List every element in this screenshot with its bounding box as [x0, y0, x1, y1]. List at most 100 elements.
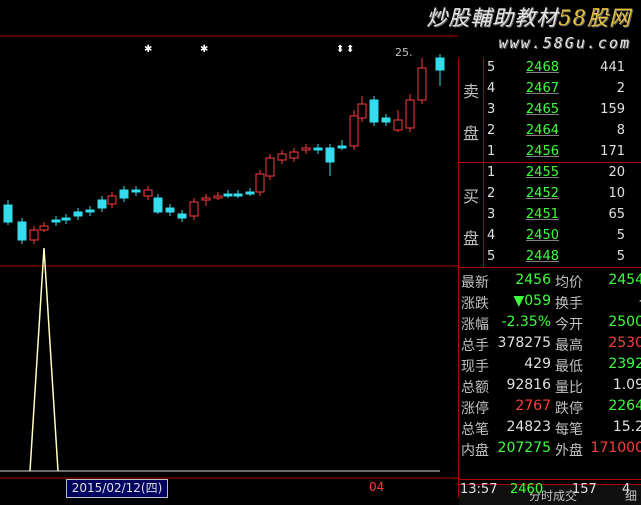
candle-body-up — [357, 103, 367, 119]
quote-stats: 最新 2456均价 2454 涨跌 ▼059换手- 涨幅 -2.35%今开 2500 总手 378… — [459, 268, 641, 484]
stat-row: 涨跌 ▼059换手- — [459, 291, 641, 312]
buy-row[interactable]: 3 2451 65 — [485, 205, 641, 226]
candle-body-up — [301, 147, 311, 151]
stat-value: 2264 — [608, 398, 641, 414]
event-marker: ⬍ — [336, 44, 344, 55]
candle-body-up — [265, 157, 275, 177]
buy-row[interactable]: 2 2452 10 — [485, 184, 641, 205]
sell-volume: 171 — [600, 144, 625, 159]
stat-value: 2456 — [515, 272, 551, 288]
candle-body-down — [223, 193, 233, 197]
stat-row: 现手 429 最低 2392 — [459, 354, 641, 375]
stat-value: 429 — [524, 356, 551, 372]
buy-price: 2452 — [525, 186, 559, 201]
sell-row[interactable]: 4 2467 2 — [485, 79, 641, 100]
buy-row[interactable]: 5 2448 5 — [485, 247, 641, 268]
stat-row: 涨停 2767 跌停 2264 — [459, 396, 641, 417]
watermark-title-highlight: 58股网 — [558, 6, 631, 30]
event-marker: ✱ — [200, 44, 208, 55]
candle-body-down — [369, 99, 379, 123]
stat-value: 378275 — [497, 335, 551, 351]
buy-row[interactable]: 1 2455 20 — [485, 163, 641, 184]
stat-row: 内盘 207275 外盘 171000 — [459, 438, 641, 459]
candle-body-up — [29, 229, 39, 241]
stat-row: 总笔 24823 每笔 15.2 — [459, 417, 641, 438]
stat-label: 换手 — [555, 296, 583, 312]
sell-price: 2456 — [525, 144, 559, 159]
buy-price: 2455 — [525, 165, 559, 180]
stat-value: 1.09 — [612, 377, 641, 393]
candle-body-down — [381, 117, 391, 123]
candle-body-up — [255, 173, 265, 193]
stat-value: 15.2 — [612, 419, 641, 435]
buy-level: 2 — [487, 186, 496, 201]
candle-body-down — [97, 199, 107, 209]
stat-value: 24823 — [506, 419, 551, 435]
stat-value: 92816 — [506, 377, 551, 393]
stat-label: 均价 — [555, 275, 583, 291]
sell-price: 2468 — [525, 60, 559, 75]
candle-body-up — [189, 201, 199, 217]
stat-label: 今开 — [555, 317, 583, 333]
buy-volume: 5 — [616, 228, 625, 243]
candle-body-down — [73, 211, 83, 217]
stat-label: 外盘 — [555, 443, 583, 459]
candle-body-down — [233, 193, 243, 197]
stat-value: ▼059 — [513, 293, 552, 309]
sell-level: 5 — [487, 60, 496, 75]
buy-volume: 5 — [616, 249, 625, 264]
stat-label: 量比 — [555, 380, 583, 396]
trade-volume: 157 — [572, 482, 597, 497]
candle-body-up — [289, 151, 299, 159]
candle-body-down — [61, 217, 71, 221]
sell-volume: 441 — [600, 60, 625, 75]
candle-body-down — [337, 145, 347, 149]
candle-body-down — [177, 213, 187, 219]
sell-row[interactable]: 32465159+5 — [485, 100, 641, 121]
stat-label: 总笔 — [461, 422, 489, 438]
stat-value: 2500 — [608, 314, 641, 330]
sell-price: 2465 — [525, 102, 559, 117]
quote-panel: 卖 盘 5246844142467232465159+5224648124561… — [458, 58, 641, 505]
candle-body-up — [107, 195, 117, 205]
candle-body-down — [165, 207, 175, 213]
sell-row[interactable]: 2 2464 8 — [485, 121, 641, 142]
sell-level: 1 — [487, 144, 496, 159]
stat-label: 最新 — [461, 275, 489, 291]
stat-value: - — [589, 293, 641, 309]
time-axis-label: 04 — [369, 480, 385, 494]
buy-level: 5 — [487, 249, 496, 264]
buy-price: 2450 — [525, 228, 559, 243]
candlestick-chart-area[interactable]: ✱ ✱ ⬍ ⬍ 25. 2015/02/12(四) 04 — [0, 0, 458, 498]
sell-volume: 159 — [600, 102, 625, 117]
stat-value: 2530 — [608, 335, 641, 351]
buy-level: 1 — [487, 165, 496, 180]
candle-body-down — [51, 219, 61, 223]
buy-side-label: 买 盘 — [459, 163, 484, 267]
candle-body-down — [131, 189, 141, 193]
sell-level: 4 — [487, 81, 496, 96]
sell-volume: 8 — [616, 123, 625, 138]
candle-body-up — [201, 197, 211, 201]
candle-body-down — [153, 197, 163, 213]
sell-price: 2464 — [525, 123, 559, 138]
sell-row[interactable]: 1 2456 171 — [485, 142, 641, 163]
sell-level: 2 — [487, 123, 496, 138]
sell-order-book: 卖 盘 5246844142467232465159+5224648124561… — [459, 58, 641, 163]
date-cursor-label: 2015/02/12(四) — [66, 479, 168, 498]
buy-order-book: 买 盘 1 2455 20 2 2452 10 3 2451 65 4 2450 5 5 2448 5 — [459, 163, 641, 268]
stat-label: 跌停 — [555, 401, 583, 417]
candle-body-down — [325, 147, 335, 163]
sell-level: 3 — [487, 102, 496, 117]
candle-body-up — [277, 153, 287, 161]
sell-row[interactable]: 5 2468 441 — [485, 58, 641, 79]
candle-body-down — [119, 189, 129, 199]
buy-volume: 65 — [608, 207, 625, 222]
buy-row[interactable]: 4 2450 5 — [485, 226, 641, 247]
stat-value: 2767 — [515, 398, 551, 414]
buy-price: 2451 — [525, 207, 559, 222]
candle-body-up — [39, 225, 49, 231]
stat-label: 涨跌 — [461, 296, 489, 312]
buy-price: 2448 — [525, 249, 559, 264]
kline-svg[interactable]: ✱ ✱ ⬍ ⬍ — [0, 0, 458, 498]
